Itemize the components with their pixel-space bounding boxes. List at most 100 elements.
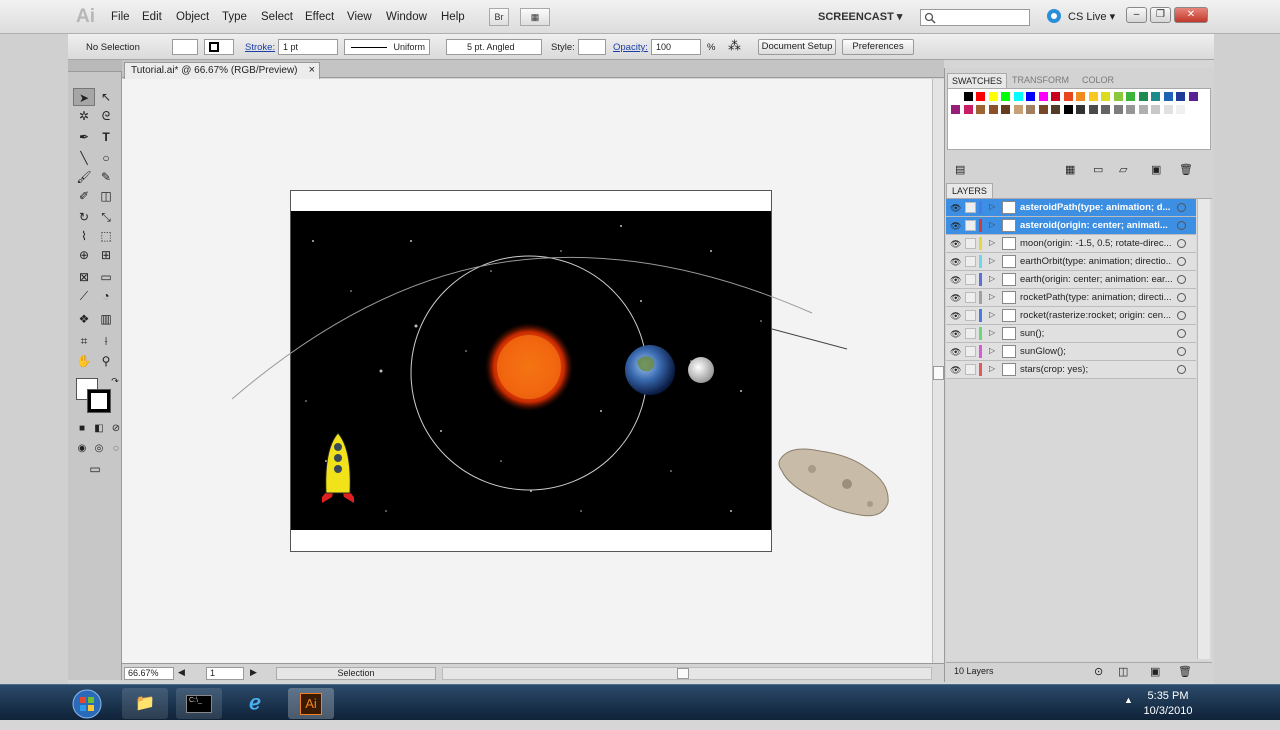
layer-row[interactable]: 👁 ▷ moon(origin: -1.5, 0.5; rotate-direc..…: [946, 235, 1196, 253]
layer-target-icon[interactable]: [1177, 311, 1186, 320]
illustrator-taskbar-icon[interactable]: Ai: [288, 688, 334, 719]
eyedropper-tool-icon[interactable]: ⟋: [73, 287, 95, 305]
tools-panel-header[interactable]: [68, 60, 122, 72]
layer-row[interactable]: 👁 ▷ asteroidPath(type: animation; d...: [946, 199, 1196, 217]
type-tool-icon[interactable]: T: [95, 128, 117, 146]
color-swatch[interactable]: [1100, 104, 1111, 115]
menu-window[interactable]: Window: [386, 11, 427, 23]
direct-selection-tool-icon[interactable]: ↖: [95, 88, 117, 106]
delete-swatch-icon[interactable]: 🗑: [1179, 163, 1193, 176]
expand-arrow-icon[interactable]: ▷: [989, 292, 995, 301]
color-swatch[interactable]: [1025, 91, 1036, 102]
color-swatch[interactable]: [987, 104, 999, 115]
layer-row[interactable]: 👁 ▷ rocketPath(type: animation; directi...: [946, 289, 1196, 307]
layer-row[interactable]: 👁 ▷ stars(crop: yes);: [946, 361, 1196, 379]
layer-name[interactable]: sunGlow();: [1020, 346, 1172, 357]
screen-mode-icon[interactable]: ▭: [84, 460, 106, 478]
line-tool-icon[interactable]: ╲: [73, 149, 95, 167]
layer-name[interactable]: asteroid(origin: center; animati...: [1020, 220, 1172, 231]
layer-row[interactable]: 👁 ▷ sunGlow();: [946, 343, 1196, 361]
rocket-path[interactable]: [771, 328, 848, 350]
color-swatch[interactable]: [1087, 104, 1099, 115]
color-swatch[interactable]: [1112, 91, 1124, 102]
swatch-library-menu-icon[interactable]: ▤: [955, 163, 965, 176]
layer-target-icon[interactable]: [1177, 221, 1186, 230]
visibility-eye-icon[interactable]: 👁: [950, 365, 961, 376]
expand-arrow-icon[interactable]: ▷: [989, 346, 995, 355]
paintbrush-tool-icon[interactable]: 🖌: [73, 168, 95, 186]
visibility-eye-icon[interactable]: 👁: [950, 257, 961, 268]
zoom-field[interactable]: 66.67%: [124, 667, 174, 680]
layer-name[interactable]: sun();: [1020, 328, 1172, 339]
visibility-eye-icon[interactable]: 👁: [950, 329, 961, 340]
layer-name[interactable]: asteroidPath(type: animation; d...: [1020, 202, 1172, 213]
layer-target-icon[interactable]: [1177, 365, 1186, 374]
tab-transform[interactable]: TRANSFORM: [1008, 73, 1073, 88]
mesh-tool-icon[interactable]: ⊠: [73, 268, 95, 286]
lock-toggle[interactable]: [965, 346, 976, 357]
visibility-eye-icon[interactable]: 👁: [950, 203, 961, 214]
layer-row[interactable]: 👁 ▷ asteroid(origin: center; animati...: [946, 217, 1196, 235]
asteroid-path[interactable]: [231, 256, 813, 400]
stroke-weight-field[interactable]: 1 pt: [278, 39, 338, 55]
color-swatch[interactable]: [962, 91, 974, 102]
prev-artboard-icon[interactable]: ◀: [178, 667, 185, 678]
graphic-style-picker[interactable]: [578, 39, 606, 55]
tab-color[interactable]: COLOR: [1078, 73, 1118, 88]
pen-tool-icon[interactable]: ✒: [73, 128, 95, 146]
preferences-button[interactable]: Preferences: [842, 39, 914, 55]
color-swatch[interactable]: [1012, 91, 1024, 102]
restore-button[interactable]: ❐: [1150, 7, 1171, 23]
layer-target-icon[interactable]: [1177, 239, 1186, 248]
color-swatch[interactable]: [1187, 91, 1199, 102]
menu-view[interactable]: View: [347, 11, 372, 23]
expand-arrow-icon[interactable]: ▷: [989, 220, 995, 229]
menu-effect[interactable]: Effect: [305, 11, 334, 23]
lock-toggle[interactable]: [965, 364, 976, 375]
free-transform-tool-icon[interactable]: ⬚: [95, 227, 117, 245]
blend-tool-icon[interactable]: ◔: [95, 287, 117, 305]
color-swatch[interactable]: [1037, 104, 1049, 115]
locate-object-icon[interactable]: ⊙: [1094, 665, 1103, 678]
layers-scrollbar[interactable]: [1197, 199, 1210, 659]
stroke-color-picker[interactable]: [204, 39, 234, 55]
close-button[interactable]: ✕: [1174, 7, 1208, 23]
lock-toggle[interactable]: [965, 292, 976, 303]
layer-row[interactable]: 👁 ▷ earth(origin: center; animation: ear..…: [946, 271, 1196, 289]
scale-tool-icon[interactable]: ⤡: [95, 208, 117, 226]
color-swatch[interactable]: [1037, 91, 1049, 102]
opacity-label[interactable]: Opacity:: [613, 42, 648, 53]
color-swatch[interactable]: [950, 104, 961, 115]
color-swatch[interactable]: [1062, 104, 1074, 115]
color-swatch[interactable]: [1050, 91, 1061, 102]
selection-tool-icon[interactable]: ➤: [73, 88, 95, 106]
color-swatch[interactable]: [1175, 91, 1186, 102]
new-layer-icon[interactable]: ▣: [1150, 665, 1160, 678]
menu-object[interactable]: Object: [176, 11, 209, 23]
swatch-options-icon[interactable]: ▭: [1093, 163, 1103, 176]
visibility-eye-icon[interactable]: 👁: [950, 293, 961, 304]
menu-file[interactable]: File: [111, 11, 130, 23]
slice-tool-icon[interactable]: ⟊: [95, 332, 117, 350]
layer-target-icon[interactable]: [1177, 257, 1186, 266]
tab-layers[interactable]: LAYERS: [946, 183, 993, 198]
color-swatch[interactable]: [1075, 91, 1086, 102]
warp-tool-icon[interactable]: ⌇: [73, 227, 95, 245]
horizontal-scroll-thumb[interactable]: [677, 668, 689, 679]
stroke-color-box[interactable]: [87, 389, 111, 413]
tab-swatches[interactable]: SWATCHES: [947, 73, 1008, 88]
color-swatch[interactable]: [987, 91, 999, 102]
visibility-eye-icon[interactable]: 👁: [950, 311, 961, 322]
zoom-tool-icon[interactable]: ⚲: [95, 352, 117, 370]
layer-name[interactable]: moon(origin: -1.5, 0.5; rotate-direc...: [1020, 238, 1172, 249]
layer-row[interactable]: 👁 ▷ sun();: [946, 325, 1196, 343]
ellipse-tool-icon[interactable]: ○: [95, 149, 117, 167]
layer-target-icon[interactable]: [1177, 275, 1186, 284]
color-swatch[interactable]: [1125, 104, 1136, 115]
color-swatch[interactable]: [1012, 104, 1024, 115]
lock-toggle[interactable]: [965, 310, 976, 321]
opacity-field[interactable]: 100: [651, 39, 701, 55]
color-swatch[interactable]: [1000, 91, 1011, 102]
menu-type[interactable]: Type: [222, 11, 247, 23]
rotate-tool-icon[interactable]: ↻: [73, 208, 95, 226]
